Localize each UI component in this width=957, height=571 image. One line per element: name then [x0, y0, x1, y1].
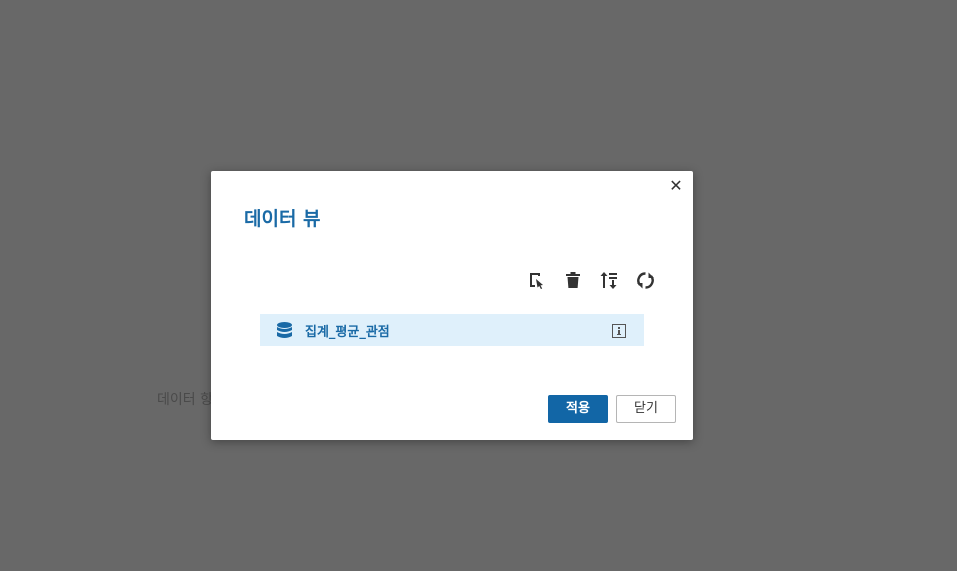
list-item-label: 집계_평균_관점: [305, 324, 390, 340]
list-toolbar: [527, 270, 655, 290]
dialog-title: 데이터 뷰: [244, 208, 321, 230]
apply-button[interactable]: 적용: [548, 395, 608, 423]
edit-icon[interactable]: [527, 270, 547, 290]
close-button[interactable]: 닫기: [616, 395, 676, 423]
list-item[interactable]: 집계_평균_관점: [260, 314, 644, 346]
refresh-icon[interactable]: [635, 270, 655, 290]
sort-icon[interactable]: [599, 270, 619, 290]
trash-icon[interactable]: [563, 270, 583, 290]
background-label: 데이터 항: [157, 392, 213, 408]
data-view-dialog: ✕ 데이터 뷰 집계_평균_관점 적용 닫기: [211, 171, 693, 440]
info-icon[interactable]: [612, 323, 626, 338]
data-view-list: 집계_평균_관점: [260, 314, 644, 346]
close-icon[interactable]: ✕: [667, 177, 685, 195]
database-icon: [277, 321, 293, 339]
